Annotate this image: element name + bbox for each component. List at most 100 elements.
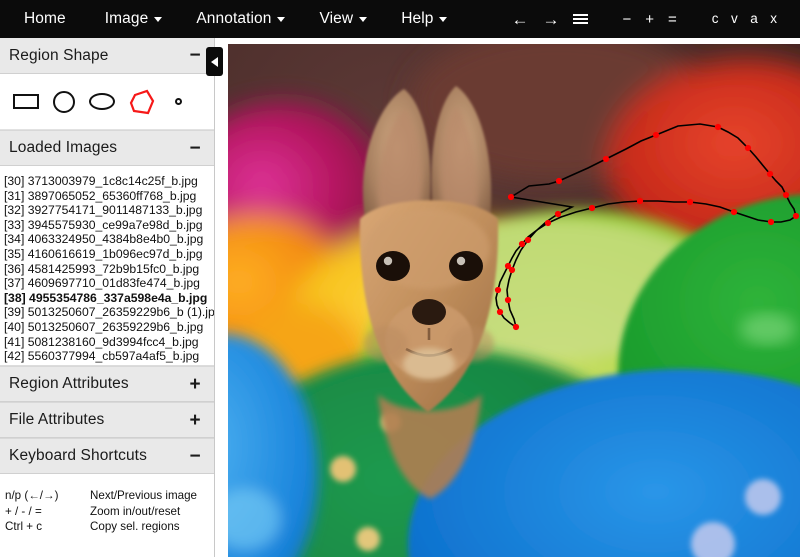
nav-item-view-label: View: [319, 10, 353, 28]
polygon-vertex-handle[interactable]: [555, 211, 561, 217]
list-item[interactable]: [30] 3713003979_1c8c14c25f_b.jpg: [0, 174, 214, 189]
nav-item-view[interactable]: View: [302, 10, 384, 28]
list-item[interactable]: [38] 4955354786_337a598e4a_b.jpg: [0, 291, 214, 306]
left-sidebar: Region Shape − Loaded Images − [30] 3713…: [0, 38, 215, 557]
panel-header-loaded-images[interactable]: Loaded Images −: [0, 130, 214, 166]
polygon-vertex-handle[interactable]: [767, 171, 773, 177]
region-shape-selector: [0, 74, 214, 130]
annotated-image[interactable]: [228, 44, 800, 557]
panel-title-region-attributes: Region Attributes: [9, 375, 129, 393]
keyboard-shortcuts-table: n/p (←/→)Next/Previous image+ / - / =Zoo…: [0, 474, 214, 535]
top-navbar: Home Image Annotation View Help ← → − + …: [0, 0, 800, 38]
list-item[interactable]: [34] 4063324950_4384b8e4b0_b.jpg: [0, 232, 214, 247]
nav-item-annotation-label: Annotation: [196, 10, 271, 28]
polygon-outline[interactable]: [496, 124, 796, 327]
collapse-sidebar-button[interactable]: [206, 47, 223, 76]
polygon-vertex-handle[interactable]: [495, 287, 501, 293]
polygon-vertex-handle[interactable]: [505, 297, 511, 303]
polygon-vertex-handle[interactable]: [731, 209, 737, 215]
shortcut-key: + / - / =: [2, 504, 90, 520]
shortcut-row: Ctrl + cCopy sel. regions: [2, 519, 214, 535]
panel-toggle-keyboard-shortcuts[interactable]: −: [187, 447, 203, 466]
panel-toggle-region-shape[interactable]: −: [187, 46, 203, 65]
prev-image-icon[interactable]: ←: [504, 11, 535, 28]
polygon-vertex-handle[interactable]: [715, 124, 721, 130]
polygon-vertex-handle[interactable]: [783, 192, 789, 198]
zoom-reset-icon[interactable]: =: [661, 12, 684, 27]
polygon-vertex-handle[interactable]: [508, 194, 514, 200]
shortcut-row: + / - / =Zoom in/out/reset: [2, 504, 214, 520]
nav-item-help-label: Help: [401, 10, 433, 28]
polygon-vertex-handle[interactable]: [589, 205, 595, 211]
polygon-vertex-handle[interactable]: [519, 241, 525, 247]
chevron-down-icon: [359, 17, 367, 22]
panel-title-file-attributes: File Attributes: [9, 411, 104, 429]
polygon-vertex-handle[interactable]: [745, 145, 751, 151]
panel-header-region-shape[interactable]: Region Shape −: [0, 38, 214, 74]
chevron-down-icon: [439, 17, 447, 22]
list-item[interactable]: [33] 3945575930_ce99a7e98d_b.jpg: [0, 218, 214, 233]
polygon-vertex-handle[interactable]: [793, 213, 799, 219]
ellipse-icon: [89, 93, 115, 110]
list-item[interactable]: [40] 5013250607_26359229b6_b.jpg: [0, 320, 214, 335]
chevron-down-icon: [277, 17, 285, 22]
zoom-out-icon[interactable]: −: [615, 12, 638, 27]
region-polygon-overlay[interactable]: [228, 44, 800, 557]
panel-toggle-file-attributes[interactable]: +: [187, 411, 203, 430]
image-canvas-area[interactable]: [216, 38, 800, 557]
panel-toggle-region-attributes[interactable]: +: [187, 375, 203, 394]
panel-header-keyboard-shortcuts[interactable]: Keyboard Shortcuts −: [0, 438, 214, 474]
polygon-vertex-handle[interactable]: [768, 219, 774, 225]
list-item[interactable]: [37] 4609697710_01d83fe474_b.jpg: [0, 276, 214, 291]
shortcut-desc: Copy sel. regions: [90, 519, 180, 535]
list-item[interactable]: [31] 3897065052_65360ff768_b.jpg: [0, 189, 214, 204]
polygon-vertex-handle[interactable]: [525, 237, 531, 243]
polygon-vertex-handle[interactable]: [653, 132, 659, 138]
next-image-icon[interactable]: →: [535, 11, 566, 28]
list-item-partial: [0, 167, 214, 174]
zoom-in-icon[interactable]: +: [638, 12, 661, 27]
panel-title-loaded-images: Loaded Images: [9, 139, 117, 157]
list-item[interactable]: [41] 5081238160_9d3994fcc4_b.jpg: [0, 335, 214, 350]
list-item[interactable]: [42] 5560377994_cb597a4af5_b.jpg: [0, 349, 214, 364]
list-item[interactable]: [32] 3927754171_9011487133_b.jpg: [0, 203, 214, 218]
shortcut-desc: Zoom in/out/reset: [90, 504, 180, 520]
polygon-vertex-handle[interactable]: [497, 309, 503, 315]
shape-point-button[interactable]: [159, 83, 197, 121]
shape-polygon-button[interactable]: [121, 83, 159, 121]
shape-ellipse-button[interactable]: [83, 83, 121, 121]
copy-regions-icon[interactable]: c: [706, 12, 725, 26]
loaded-images-list[interactable]: [30] 3713003979_1c8c14c25f_b.jpg[31] 389…: [0, 166, 214, 366]
nav-item-image[interactable]: Image: [88, 10, 180, 28]
polygon-vertex-handle[interactable]: [509, 267, 515, 273]
circle-icon: [53, 91, 75, 113]
nav-item-help[interactable]: Help: [384, 10, 464, 28]
panel-header-file-attributes[interactable]: File Attributes +: [0, 402, 214, 438]
polygon-vertex-handle[interactable]: [513, 324, 519, 330]
polygon-vertex-handle[interactable]: [637, 198, 643, 204]
polygon-vertex-handle[interactable]: [603, 156, 609, 162]
nav-item-annotation[interactable]: Annotation: [179, 10, 302, 28]
delete-regions-icon[interactable]: x: [764, 12, 783, 26]
shortcut-key: Ctrl + c: [2, 519, 90, 535]
panel-title-keyboard-shortcuts: Keyboard Shortcuts: [9, 447, 147, 465]
menu-icon[interactable]: [566, 12, 595, 26]
shape-circle-button[interactable]: [45, 83, 83, 121]
polygon-vertex-handle[interactable]: [687, 199, 693, 205]
panel-toggle-loaded-images[interactable]: −: [187, 139, 203, 158]
polygon-icon: [123, 85, 157, 119]
list-item[interactable]: [35] 4160616619_1b096ec97d_b.jpg: [0, 247, 214, 262]
paste-regions-icon[interactable]: v: [725, 12, 744, 26]
polygon-vertex-handle[interactable]: [545, 220, 551, 226]
shortcut-desc: Next/Previous image: [90, 488, 197, 504]
chevron-left-icon: [211, 57, 218, 67]
list-item[interactable]: [39] 5013250607_26359229b6_b (1).jpg: [0, 305, 214, 320]
nav-item-home[interactable]: Home: [10, 10, 88, 28]
panel-header-region-attributes[interactable]: Region Attributes +: [0, 366, 214, 402]
select-all-regions-icon[interactable]: a: [744, 12, 764, 26]
list-item[interactable]: [36] 4581425993_72b9b15fc0_b.jpg: [0, 262, 214, 277]
shape-rect-button[interactable]: [7, 83, 45, 121]
polygon-vertex-handle[interactable]: [556, 178, 562, 184]
shortcut-row: n/p (←/→)Next/Previous image: [2, 488, 214, 504]
panel-title-region-shape: Region Shape: [9, 47, 108, 65]
